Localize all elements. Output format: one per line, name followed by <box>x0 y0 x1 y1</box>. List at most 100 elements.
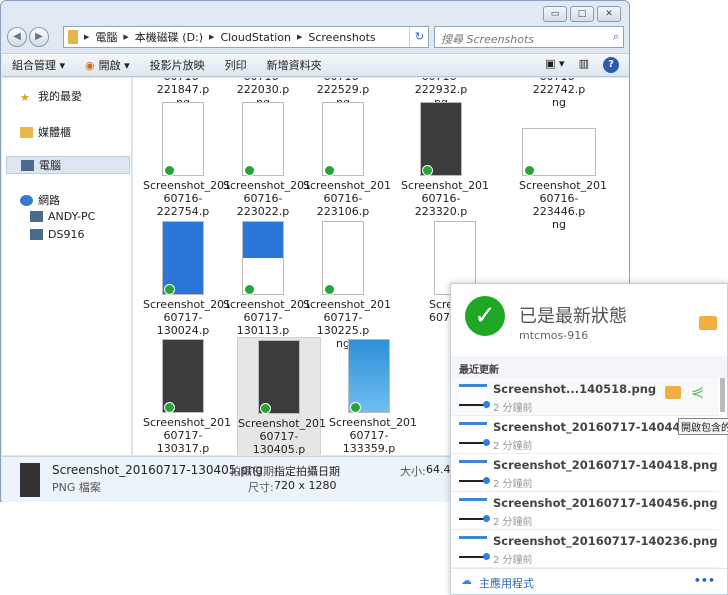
file-name: 60716-223022.p <box>236 192 290 218</box>
open-folder-icon[interactable] <box>665 386 681 399</box>
pc-icon <box>30 229 43 240</box>
print-button[interactable]: 列印 <box>215 57 257 73</box>
file-item[interactable]: Screenshot_20160717-130024.png <box>143 221 232 350</box>
popup-footer: ☁ 主應用程式 ••• <box>451 568 727 594</box>
star-icon: ★ <box>20 90 30 104</box>
cloud-icon: ☁ <box>461 574 472 587</box>
details-dim-value: 720 x 1280 <box>274 479 337 492</box>
recent-file-time: 2 分鐘前 <box>493 555 533 566</box>
sync-status: 已是最新狀態 <box>519 306 627 327</box>
file-item[interactable]: Screenshot_201 60716-223446.p ng <box>519 102 608 231</box>
recent-item[interactable]: Screenshot_20160717-140456.png 2 分鐘前 <box>451 492 719 530</box>
file-name: 60717-130024.p <box>156 311 210 337</box>
preview-pane-icon[interactable]: ▥ <box>579 57 589 73</box>
synced-check-icon <box>244 165 255 176</box>
file-item[interactable]: Screenshot_201 60717-130225.p ng <box>303 221 392 350</box>
file-thumbnail <box>162 339 204 413</box>
sidebar-item-network[interactable]: 網路 <box>20 192 60 208</box>
file-name: Screenshot_201 <box>519 179 608 192</box>
sidebar-item-ds916[interactable]: DS916 <box>30 228 84 241</box>
more-button[interactable]: ••• <box>694 574 715 587</box>
sidebar-label: DS916 <box>48 228 85 241</box>
file-name: 60716-223320.p <box>414 192 468 218</box>
sidebar-label: 電腦 <box>39 159 61 172</box>
file-name: 60716-223446.p <box>532 192 586 218</box>
file-item[interactable]: Screenshot_20160717-133359.png <box>329 339 418 455</box>
file-name: Screenshot_201 <box>143 179 232 192</box>
details-size-label: 大小: <box>400 465 426 478</box>
sidebar-item-favorites[interactable]: ★ 我的最愛 <box>20 88 82 104</box>
file-thumbnail <box>162 102 204 176</box>
maximize-button[interactable]: □ <box>570 6 594 22</box>
details-date-label: 拍攝日期: <box>230 465 278 478</box>
synced-check-icon <box>164 402 175 413</box>
sidebar-item-computer[interactable]: 電腦 <box>6 156 130 174</box>
open-label: 開啟 ▾ <box>98 59 130 72</box>
share-icon[interactable]: ⋞ <box>691 382 704 401</box>
search-input[interactable]: 搜尋 Screenshots ⌕ <box>434 26 624 48</box>
close-button[interactable]: ✕ <box>597 6 621 22</box>
sidebar-item-andy-pc[interactable]: ANDY-PC <box>30 210 95 223</box>
recent-header: 最近更新 <box>451 356 727 378</box>
tooltip: 開啟包含的 <box>678 418 728 435</box>
file-item[interactable]: Screenshot_20160717-130113.png <box>223 221 311 350</box>
toolbar: 組合管理 ▾ ◉ 開啟 ▾ 投影片放映 列印 新增資料夾 ▣ ▾ ▥ ? <box>2 53 629 77</box>
synced-check-icon <box>164 165 175 176</box>
synced-check-icon <box>524 165 535 176</box>
refresh-icon[interactable]: ↻ <box>409 27 429 47</box>
file-thumbnail <box>242 221 284 295</box>
file-thumbnail <box>459 498 490 522</box>
file-name: Screenshot_201 <box>303 298 392 311</box>
file-item[interactable]: Screenshot_20160716-223320.png <box>401 102 489 231</box>
help-icon[interactable]: ? <box>603 57 619 73</box>
main-app-link[interactable]: 主應用程式 <box>479 575 534 591</box>
breadcrumb-drive[interactable]: 本機磁碟 (D:) <box>135 29 203 45</box>
recent-file-name: Screenshot_20160717-140418.png <box>493 458 718 472</box>
recent-item[interactable]: Screenshot...140518.png 2 分鐘前 ⋞ <box>451 378 719 416</box>
recent-item[interactable]: Screenshot_20160717-140418.png 2 分鐘前 <box>451 454 719 492</box>
breadcrumb-screenshots[interactable]: Screenshots <box>308 31 375 44</box>
file-item[interactable]: Screenshot_20160716-223106.png <box>303 102 392 231</box>
file-name: Screenshot_201 <box>303 179 392 192</box>
file-name: 60716-222754.p <box>156 192 210 218</box>
file-name: Screenshot_201 <box>143 416 232 429</box>
navigation-pane: ★ 我的最愛 媒體櫃 電腦 網路 ANDY-PC DS916 <box>2 78 132 455</box>
file-name: 60717-130405.p <box>252 430 306 455</box>
organize-button[interactable]: 組合管理 ▾ <box>2 57 75 73</box>
recent-item[interactable]: Screenshot_20160717-140236.png 2 分鐘前 <box>451 530 719 568</box>
cloudstation-popup: ✓ 已是最新狀態 mtcmos-916 最近更新 Screenshot...14… <box>450 283 728 595</box>
details-date-value[interactable]: 指定拍攝日期 <box>274 463 340 479</box>
sidebar-item-libraries[interactable]: 媒體櫃 <box>20 124 71 140</box>
file-item-selected[interactable]: Screenshot_20160717-130405.png <box>237 337 327 455</box>
file-item[interactable]: Screenshot_20160717-130317.png <box>143 339 232 455</box>
file-thumbnail <box>459 422 490 446</box>
new-folder-button[interactable]: 新增資料夾 <box>257 57 332 73</box>
minimize-button[interactable]: ▭ <box>543 6 567 22</box>
file-name: Screenshot_201 <box>238 417 327 430</box>
synced-check-icon: ✓ <box>465 296 505 336</box>
network-icon <box>20 194 33 206</box>
scrollbar[interactable] <box>720 378 725 412</box>
file-name: Screenshot_201 <box>143 298 232 311</box>
open-button[interactable]: ◉ 開啟 ▾ <box>75 57 140 73</box>
file-name: ng <box>552 218 566 231</box>
synced-check-icon <box>324 284 335 295</box>
view-options-icon[interactable]: ▣ ▾ <box>545 57 564 73</box>
details-size-value: 64.4 <box>426 463 451 476</box>
file-item[interactable]: Screenshot_20160716-223022.png <box>223 102 312 231</box>
file-name: Screenshot_201 <box>223 179 312 192</box>
back-button[interactable]: ◀ <box>7 27 27 47</box>
address-bar[interactable]: ▶ 電腦 ▶ 本機磁碟 (D:) ▶ CloudStation ▶ Screenshot… <box>63 26 429 48</box>
breadcrumb-cloudstation[interactable]: CloudStation <box>220 31 291 44</box>
file-name: 60717-130317.p <box>156 429 210 455</box>
synced-check-icon <box>324 165 335 176</box>
file-item[interactable]: Screenshot_20160716-222754.png <box>143 102 232 231</box>
file-thumbnail <box>20 463 40 497</box>
file-name: Screenshot_201 <box>329 416 418 429</box>
breadcrumb-computer[interactable]: 電腦 <box>95 29 117 45</box>
pc-icon <box>30 211 43 222</box>
slideshow-button[interactable]: 投影片放映 <box>140 57 215 73</box>
open-folder-icon[interactable] <box>699 316 717 330</box>
file-thumbnail <box>420 102 462 176</box>
forward-button[interactable]: ▶ <box>29 27 49 47</box>
